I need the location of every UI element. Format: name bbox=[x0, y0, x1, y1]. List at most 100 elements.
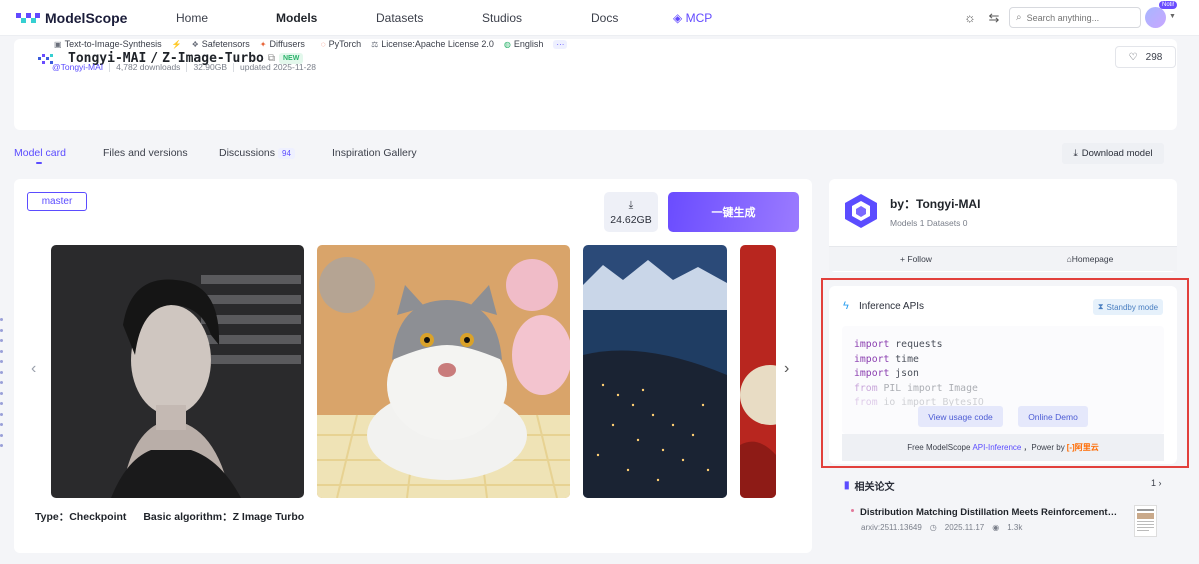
tab-model-card[interactable]: Model card bbox=[14, 147, 66, 159]
nav-home[interactable]: Home bbox=[176, 11, 208, 25]
homepage-button[interactable]: ⌂Homepage bbox=[1003, 247, 1177, 271]
carousel-next-icon[interactable]: › bbox=[784, 360, 789, 378]
carousel-dot[interactable] bbox=[0, 444, 3, 447]
sample-image-partial[interactable] bbox=[740, 245, 776, 498]
carousel-dot[interactable] bbox=[0, 402, 3, 405]
tag-language-label: English bbox=[513, 39, 544, 49]
discussions-count: 94 bbox=[278, 148, 295, 159]
tag-task[interactable]: ▣ Text-to-Image-Synthesis bbox=[54, 39, 162, 49]
highlight-box bbox=[821, 278, 1189, 468]
heart-icon: ♡ bbox=[1128, 51, 1138, 63]
more-tags-button[interactable]: ··· bbox=[553, 39, 568, 49]
owner-link[interactable]: @Tongyi-MAI bbox=[52, 62, 103, 72]
download-icon: ⤓ bbox=[1073, 148, 1078, 159]
paper-arxiv: arxiv:2511.13649 bbox=[861, 523, 922, 532]
model-algorithm: Basic algorithm：Z Image Turbo bbox=[143, 511, 305, 523]
carousel-dot[interactable] bbox=[0, 433, 3, 437]
branch-selector[interactable]: master bbox=[27, 192, 87, 211]
carousel-prev-icon[interactable]: ‹ bbox=[31, 360, 36, 378]
tag-license[interactable]: ⚖ License:Apache License 2.0 bbox=[371, 39, 494, 49]
nav-mcp[interactable]: ◈ MCP bbox=[673, 11, 712, 25]
diffusers-icon: ✦ bbox=[259, 39, 267, 49]
avatar[interactable] bbox=[1145, 7, 1166, 28]
carousel-dot[interactable] bbox=[0, 391, 3, 395]
like-count: 298 bbox=[1145, 51, 1163, 63]
tag-list: ▣ Text-to-Image-Synthesis ⚡ ❖ Safetensors … bbox=[54, 39, 568, 49]
model-header-card: Tongyi-MAI / Z-Image-Turbo ⧉ NEW ♡ 298 bbox=[14, 39, 1177, 130]
tag-lightning[interactable]: ⚡ bbox=[172, 40, 182, 49]
tab-discussions[interactable]: Discussions 94 bbox=[219, 147, 295, 159]
related-papers-title: 相关论文 bbox=[854, 482, 895, 493]
partial-image bbox=[740, 245, 776, 498]
tag-pytorch-label: PyTorch bbox=[328, 39, 362, 49]
translate-icon[interactable]: ⇆ bbox=[986, 10, 1002, 26]
search-box[interactable]: ⌕ bbox=[1009, 7, 1141, 28]
download-model-label: Download model bbox=[1081, 148, 1153, 159]
downloads-count: 4,782 downloads bbox=[116, 62, 181, 72]
one-click-generate-button[interactable]: 一键生成 bbox=[668, 192, 799, 232]
follow-button[interactable]: + Follow bbox=[829, 247, 1003, 271]
author-name[interactable]: by：Tongyi-MAI bbox=[890, 195, 980, 212]
modelscope-logo-icon bbox=[16, 13, 40, 23]
tag-task-label: Text-to-Image-Synthesis bbox=[64, 39, 162, 49]
top-navbar: ModelScope Home Models Datasets Studios … bbox=[0, 0, 1199, 36]
model-size: 32.90GB bbox=[193, 62, 227, 72]
tag-language[interactable]: ◍ English bbox=[504, 39, 544, 49]
carousel-dots bbox=[0, 318, 3, 455]
notification-badge: Noti! bbox=[1159, 1, 1178, 9]
tab-gallery[interactable]: Inspiration Gallery bbox=[332, 147, 417, 159]
paper-views: 1.3k bbox=[1007, 523, 1023, 532]
carousel-dot[interactable] bbox=[0, 381, 3, 384]
tag-diffusers[interactable]: ✦ Diffusers bbox=[260, 39, 305, 49]
sample-image-cat[interactable] bbox=[317, 245, 570, 498]
paper-title[interactable]: Distribution Matching Distillation Meets… bbox=[860, 507, 1118, 518]
carousel-dot[interactable] bbox=[0, 318, 3, 321]
nav-mcp-label: MCP bbox=[685, 11, 713, 25]
search-input[interactable] bbox=[1026, 12, 1127, 23]
modelscope-logo[interactable]: ModelScope bbox=[16, 10, 127, 26]
model-type: Type：Checkpoint bbox=[35, 511, 127, 523]
download-model-button[interactable]: ⤓ Download model bbox=[1062, 143, 1164, 164]
chevron-right-icon: › bbox=[1156, 478, 1162, 488]
nav-studios[interactable]: Studios bbox=[482, 11, 522, 25]
brand-name: ModelScope bbox=[45, 10, 128, 26]
tab-files[interactable]: Files and versions bbox=[103, 147, 188, 159]
lightning-icon: ⚡ bbox=[171, 39, 182, 49]
paper-thumbnail-image bbox=[1137, 509, 1154, 531]
carousel-dot[interactable] bbox=[0, 370, 3, 374]
nav-datasets[interactable]: Datasets bbox=[376, 11, 423, 25]
papers-pager[interactable]: 1 › bbox=[1151, 478, 1162, 488]
paper-thumbnail[interactable] bbox=[1134, 505, 1157, 537]
sample-image-landscape[interactable] bbox=[583, 245, 727, 498]
related-papers-header: ▮ 相关论文 bbox=[844, 478, 895, 493]
tag-safetensors[interactable]: ❖ Safetensors bbox=[192, 39, 250, 49]
nav-docs[interactable]: Docs bbox=[591, 11, 618, 25]
divider bbox=[186, 62, 188, 72]
theme-toggle-icon[interactable]: ☼ bbox=[962, 10, 978, 26]
portrait-image bbox=[51, 245, 304, 498]
mcp-icon: ◈ bbox=[673, 11, 683, 25]
pytorch-icon: ◌ bbox=[320, 39, 326, 49]
carousel-dot[interactable] bbox=[0, 328, 3, 332]
carousel-dot[interactable] bbox=[0, 412, 3, 416]
download-size-button[interactable]: ⤓ 24.62GB bbox=[604, 192, 658, 232]
carousel-dot[interactable] bbox=[0, 339, 3, 342]
sample-image-portrait[interactable] bbox=[51, 245, 304, 498]
image-icon: ▣ bbox=[54, 39, 62, 49]
license-icon: ⚖ bbox=[371, 39, 379, 49]
carousel-dot[interactable] bbox=[0, 423, 3, 426]
chevron-down-icon[interactable]: ▼ bbox=[1169, 13, 1176, 20]
carousel-dot[interactable] bbox=[0, 360, 3, 363]
model-caption: Type：Checkpoint Basic algorithm：Z Image … bbox=[35, 509, 304, 524]
bullet-dot bbox=[851, 509, 854, 512]
divider bbox=[233, 62, 234, 72]
tongyi-logo-icon[interactable] bbox=[842, 192, 880, 230]
author-stats: Models 1 Datasets 0 bbox=[890, 218, 968, 228]
nav-models[interactable]: Models bbox=[276, 11, 317, 25]
tag-pytorch[interactable]: ◌ PyTorch bbox=[321, 39, 361, 49]
like-button[interactable]: ♡ 298 bbox=[1115, 46, 1176, 68]
paper-icon: ▮ bbox=[844, 480, 850, 491]
carousel-dot[interactable] bbox=[0, 349, 3, 353]
model-meta: @Tongyi-MAI 4,782 downloads 32.90GB upda… bbox=[52, 62, 316, 72]
tag-license-label: License:Apache License 2.0 bbox=[381, 39, 494, 49]
